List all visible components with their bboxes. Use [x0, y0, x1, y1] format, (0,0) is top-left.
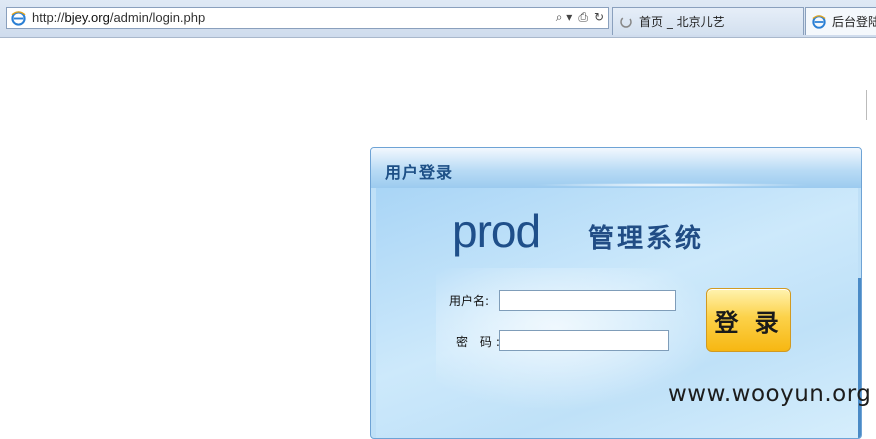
login-panel-title: 用户登录: [385, 163, 454, 182]
password-label: 密 码:: [456, 335, 504, 349]
refresh-icon[interactable]: ↻: [594, 10, 604, 25]
ie-icon: [11, 11, 26, 26]
login-button[interactable]: 登 录: [706, 288, 791, 352]
url-domain: bjey.org: [64, 10, 110, 25]
browser-chrome: http://bjey.org/admin/login.php ⌕ ▾ ⎙ ↻ …: [0, 0, 876, 38]
address-bar[interactable]: http://bjey.org/admin/login.php ⌕ ▾ ⎙ ↻: [6, 7, 609, 29]
address-tools: ⌕ ▾ ⎙ ↻: [556, 10, 604, 25]
url-text: http://bjey.org/admin/login.php: [32, 10, 205, 25]
tab-home[interactable]: 首页 _ 北京儿艺: [612, 7, 804, 35]
login-panel-header: 用户登录: [371, 148, 861, 188]
tab-admin-login-label: 后台登陆: [832, 15, 876, 29]
tab-home-label: 首页 _ 北京儿艺: [639, 15, 725, 29]
page-edge-divider: [866, 90, 876, 120]
url-prefix: http://: [32, 10, 65, 25]
username-label: 用户名:: [449, 294, 490, 308]
header-glow: [531, 183, 811, 187]
password-input[interactable]: [499, 330, 669, 351]
brand-logo: prod: [452, 205, 541, 257]
watermark: www.wooyun.org: [668, 381, 872, 407]
system-name: 管理系统: [588, 224, 705, 254]
username-input[interactable]: [499, 290, 676, 311]
compat-view-icon[interactable]: ⎙: [578, 10, 588, 25]
loading-icon: [620, 15, 632, 28]
tab-admin-login[interactable]: 后台登陆: [805, 7, 876, 35]
search-icon[interactable]: ⌕ ▾: [556, 10, 573, 25]
panel-right-edge: [858, 278, 861, 438]
url-path: /admin/login.php: [109, 10, 206, 25]
ie-tab-icon: [812, 14, 826, 29]
